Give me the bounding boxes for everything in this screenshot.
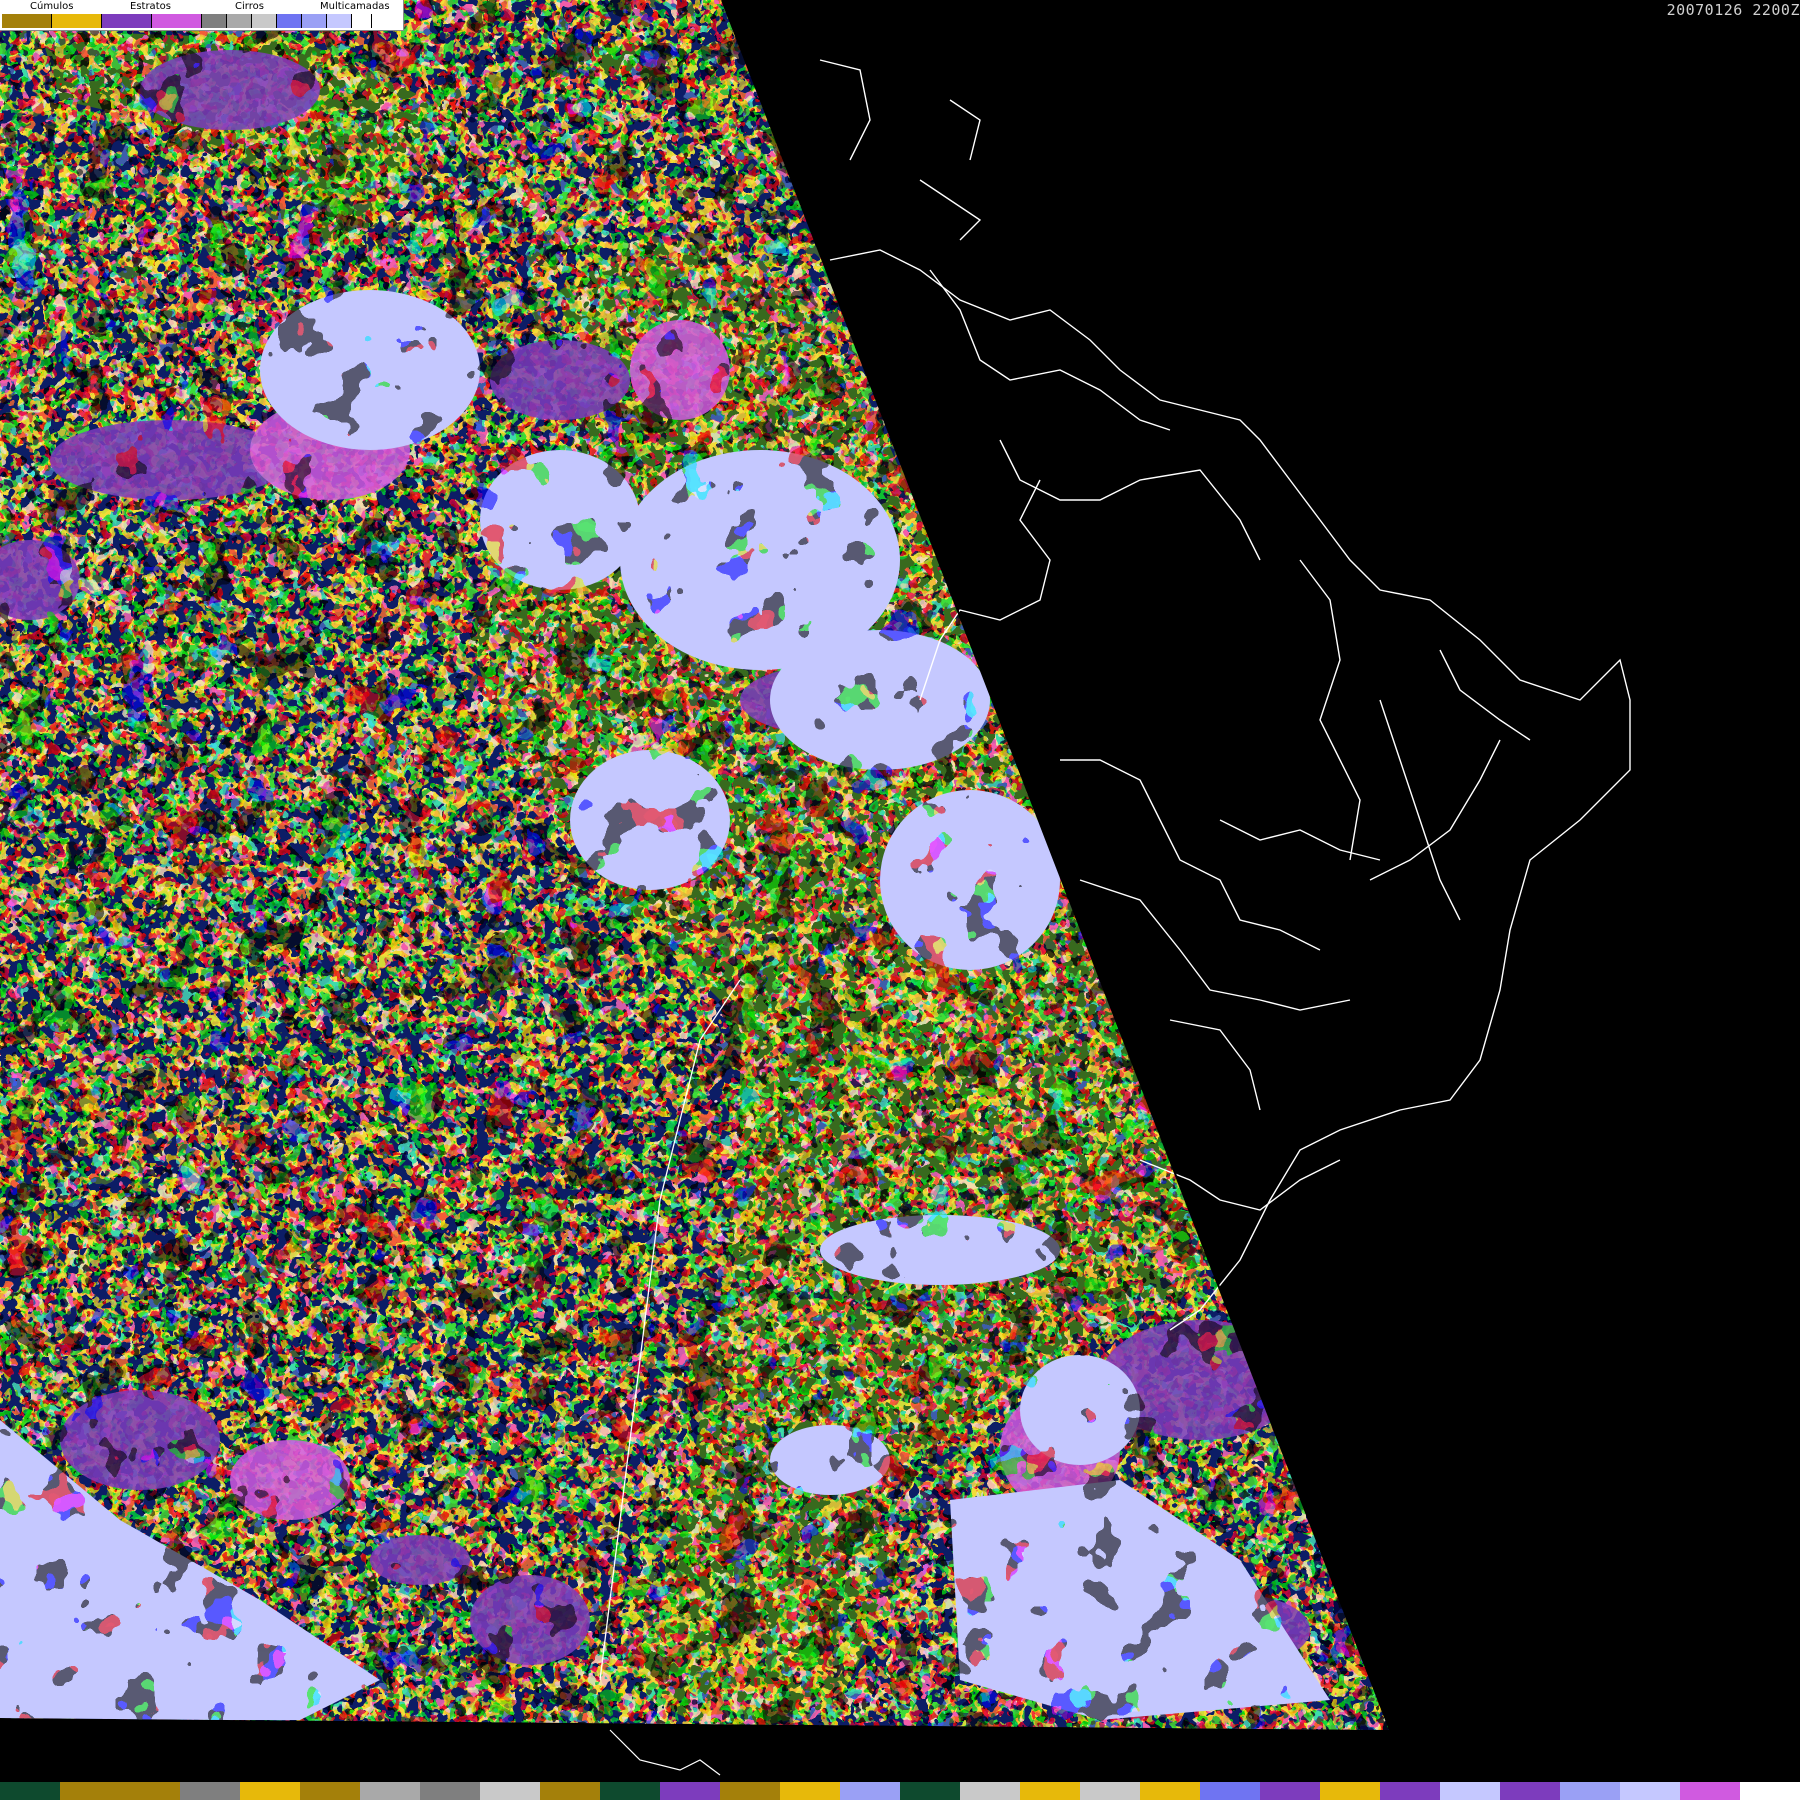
bottom-bar-segment xyxy=(1020,1782,1080,1800)
bottom-bar-segment xyxy=(960,1782,1020,1800)
bottom-bar-segment xyxy=(60,1782,120,1800)
bottom-color-bar xyxy=(0,1782,1800,1800)
bottom-bar-segment xyxy=(1080,1782,1140,1800)
legend-swatch xyxy=(227,14,252,28)
bottom-bar-segment xyxy=(1200,1782,1260,1800)
bottom-bar-segment xyxy=(120,1782,180,1800)
bottom-bar-segment xyxy=(1440,1782,1500,1800)
legend-label-multilayer: Multicamadas xyxy=(320,1,390,12)
satellite-cloud-map xyxy=(0,0,1800,1800)
timestamp: 20070126 2200Z xyxy=(1666,1,1800,19)
bottom-bar-segment xyxy=(720,1782,780,1800)
bottom-bar-segment xyxy=(1620,1782,1680,1800)
bottom-bar-segment xyxy=(0,1782,60,1800)
bottom-bar-segment xyxy=(1260,1782,1320,1800)
legend-swatch xyxy=(2,14,52,28)
bottom-bar-segment xyxy=(420,1782,480,1800)
legend-label-cumulus: Cúmulos xyxy=(30,1,74,12)
bottom-bar-segment xyxy=(360,1782,420,1800)
bottom-bar-segment xyxy=(1740,1782,1800,1800)
bottom-bar-segment xyxy=(1380,1782,1440,1800)
bottom-bar-segment xyxy=(540,1782,600,1800)
legend-swatch xyxy=(202,14,227,28)
legend-swatches xyxy=(2,14,372,28)
legend-swatch xyxy=(302,14,327,28)
bottom-bar-segment xyxy=(840,1782,900,1800)
bottom-bar-segment xyxy=(780,1782,840,1800)
cloud-type-legend: Cúmulos Estratos Cirros Multicamadas xyxy=(0,0,404,31)
bottom-bar-segment xyxy=(480,1782,540,1800)
bottom-bar-segment xyxy=(1140,1782,1200,1800)
bottom-bar-segment xyxy=(300,1782,360,1800)
legend-swatch xyxy=(52,14,102,28)
legend-swatch xyxy=(277,14,302,28)
legend-swatch xyxy=(327,14,352,28)
legend-swatch xyxy=(152,14,202,28)
bottom-bar-segment xyxy=(600,1782,660,1800)
legend-label-stratus: Estratos xyxy=(130,1,171,12)
bottom-bar-segment xyxy=(660,1782,720,1800)
bottom-bar-segment xyxy=(1680,1782,1740,1800)
bottom-bar-segment xyxy=(180,1782,240,1800)
bottom-bar-segment xyxy=(1320,1782,1380,1800)
bottom-bar-segment xyxy=(240,1782,300,1800)
bottom-bar-segment xyxy=(1500,1782,1560,1800)
legend-swatch xyxy=(102,14,152,28)
bottom-bar-segment xyxy=(900,1782,960,1800)
legend-swatch xyxy=(352,14,372,28)
legend-label-cirrus: Cirros xyxy=(235,1,264,12)
bottom-bar-segment xyxy=(1560,1782,1620,1800)
legend-swatch xyxy=(252,14,277,28)
